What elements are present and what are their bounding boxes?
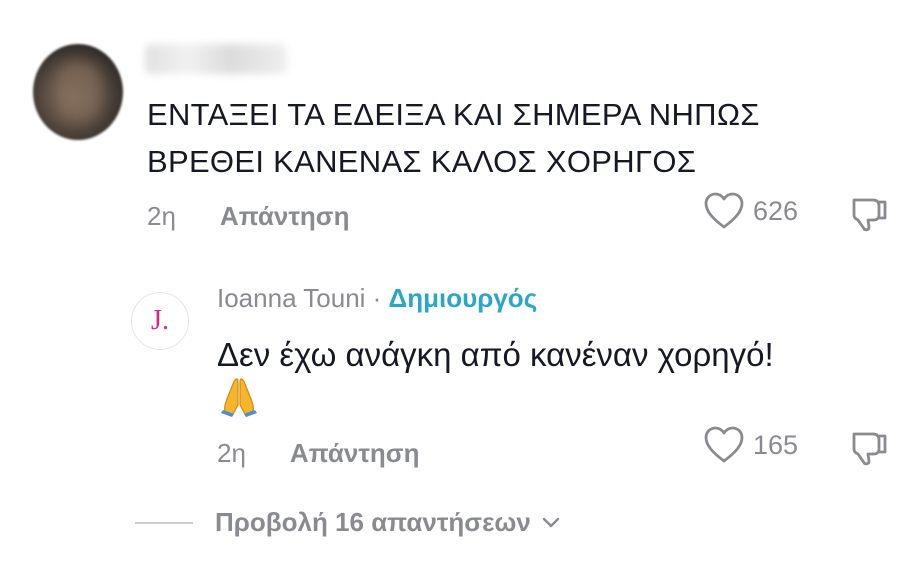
reply-meta: 2η Απάντηση bbox=[217, 438, 419, 469]
comment-text: ΕΝΤΑΞΕΙ ΤΑ ΕΔΕΙΞΑ ΚΑΙ ΣΗΜΕΡΑ ΝΗΠΩΣ ΒΡΕΘΕ… bbox=[147, 97, 760, 179]
reply-dislike-button[interactable] bbox=[849, 428, 889, 471]
previous-comment-cutoff bbox=[200, 0, 500, 6]
creator-badge: Δημιουργός bbox=[388, 283, 538, 313]
folded-hands-emoji bbox=[219, 375, 259, 422]
reply-time: 2η bbox=[217, 438, 246, 468]
creator-avatar[interactable]: J. bbox=[131, 292, 189, 350]
heart-outline-icon bbox=[704, 426, 744, 463]
comment-time: 2η bbox=[147, 201, 176, 231]
thumbs-down-icon bbox=[852, 432, 887, 466]
view-replies-label: Προβολή 16 απαντήσεων bbox=[215, 507, 531, 537]
comment-reply-button[interactable]: Απάντηση bbox=[220, 201, 350, 232]
view-replies-button[interactable]: Προβολή 16 απαντήσεων bbox=[135, 507, 561, 538]
comment-meta: 2η Απάντηση bbox=[147, 201, 349, 232]
divider-line bbox=[135, 521, 193, 524]
reply-header: Ioanna Touni · Δημιουργός bbox=[217, 283, 537, 314]
commenter-username-blurred[interactable] bbox=[145, 44, 287, 74]
reply-separator: · bbox=[365, 283, 389, 313]
reply-author[interactable]: Ioanna Touni bbox=[217, 283, 365, 313]
reply-like-count: 165 bbox=[753, 429, 799, 460]
heart-outline-icon bbox=[704, 192, 744, 229]
thumbs-down-icon bbox=[852, 198, 887, 232]
comment-like-button[interactable]: 626 bbox=[703, 191, 798, 231]
reply-like-button[interactable]: 165 bbox=[703, 425, 798, 465]
chevron-down-icon bbox=[542, 517, 560, 527]
comment-like-count: 626 bbox=[753, 195, 799, 226]
reply-text: Δεν έχω ανάγκη από κανέναν χορηγό! bbox=[217, 336, 774, 373]
creator-avatar-letter: J. bbox=[151, 305, 169, 336]
comment-dislike-button[interactable] bbox=[849, 194, 889, 237]
reply-reply-button[interactable]: Απάντηση bbox=[290, 438, 420, 469]
commenter-avatar-blurred[interactable] bbox=[33, 44, 123, 140]
